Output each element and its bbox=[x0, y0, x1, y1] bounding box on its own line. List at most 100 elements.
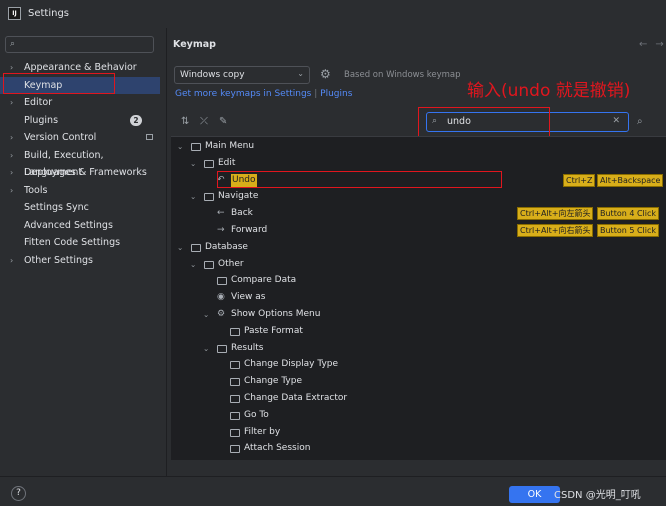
sidebar-item[interactable]: › Tools bbox=[0, 182, 160, 199]
undo-icon: ↶ bbox=[217, 174, 225, 185]
shortcut-badge: Ctrl+Z bbox=[563, 173, 596, 187]
sidebar-item-label: Fitten Code Settings bbox=[24, 237, 121, 248]
sidebar-item-label: Other Settings bbox=[24, 254, 93, 266]
edit-shortcut-icon[interactable]: ✎ bbox=[219, 116, 227, 127]
sidebar-item[interactable]: › Other Settings bbox=[0, 252, 160, 269]
forward-arrow-icon[interactable]: → bbox=[655, 39, 666, 50]
shortcut-badge: Button 5 Click bbox=[597, 224, 660, 237]
history-arrows[interactable]: ←→ bbox=[639, 39, 666, 50]
shortcut-badge: Alt+Backspace bbox=[597, 173, 664, 187]
tree-item-label: Change Display Type bbox=[244, 359, 339, 370]
tree-row[interactable]: Compare Data bbox=[171, 272, 666, 289]
arrow-right-icon: → bbox=[217, 225, 225, 235]
window-title: Settings bbox=[28, 8, 70, 19]
sidebar-item-label: Advanced Settings bbox=[24, 219, 113, 231]
search-icon: ⌕ bbox=[432, 116, 438, 126]
folder-icon bbox=[191, 143, 201, 151]
chevron-right-icon[interactable]: › bbox=[10, 94, 13, 111]
tree-row[interactable]: ⌄ Results bbox=[171, 340, 666, 357]
tree-row[interactable]: ⌄ Database bbox=[171, 239, 666, 256]
sidebar-item[interactable]: Settings Sync bbox=[0, 199, 160, 216]
chevron-right-icon[interactable]: › bbox=[10, 164, 13, 181]
project-scope-icon bbox=[146, 134, 153, 140]
tree-item-label: Change Type bbox=[244, 376, 302, 387]
sidebar-item[interactable]: › Build, Execution, Deployment bbox=[0, 147, 160, 178]
sidebar-item-label: Plugins bbox=[24, 114, 59, 126]
help-button[interactable]: ? bbox=[11, 486, 26, 501]
chevron-down-icon[interactable]: ⌄ bbox=[190, 256, 196, 273]
page-title: Keymap bbox=[173, 39, 216, 50]
keymap-panel: Keymap ←→ Windows copy ⌄ ⚙ Based on Wind… bbox=[166, 28, 666, 476]
plugins-link[interactable]: Plugins bbox=[320, 89, 352, 99]
tree-row[interactable]: Change Type bbox=[171, 373, 666, 390]
settings-search-input[interactable]: ⌕ bbox=[5, 36, 154, 53]
tree-row[interactable]: ⌄ Navigate bbox=[171, 188, 666, 205]
keymap-filter-input[interactable]: ⌕ undo ✕ bbox=[426, 112, 629, 132]
sidebar-item-label: Appearance & Behavior bbox=[24, 62, 137, 73]
sidebar-item[interactable]: Keymap bbox=[0, 76, 160, 94]
tree-item-label: Paste Format bbox=[244, 325, 303, 336]
chevron-right-icon[interactable]: › bbox=[10, 182, 13, 199]
tree-row[interactable]: ◉ View as bbox=[171, 289, 666, 306]
gear-icon: ⚙ bbox=[217, 309, 226, 319]
collapse-all-icon[interactable]: ⤫ bbox=[200, 116, 208, 127]
tree-row[interactable]: Paste Format bbox=[171, 323, 666, 340]
chevron-right-icon[interactable]: › bbox=[10, 252, 13, 269]
get-more-keymaps-link[interactable]: Get more keymaps in Settings bbox=[175, 89, 311, 99]
tree-row[interactable]: Change Display Type bbox=[171, 356, 666, 373]
tree-row[interactable]: → Forward Ctrl+Alt+向右箭头 Button 5 Click bbox=[171, 222, 666, 239]
watermark: CSDN @光明_叮吼 bbox=[554, 490, 641, 501]
find-by-shortcut-icon[interactable]: ⌕ bbox=[637, 116, 643, 127]
back-arrow-icon[interactable]: ← bbox=[639, 39, 655, 50]
tree-item-label: Show Options Menu bbox=[231, 309, 321, 319]
tree-row[interactable]: ⌄ ⚙ Show Options Menu bbox=[171, 306, 666, 323]
expand-all-icon[interactable]: ⇅ bbox=[181, 116, 189, 127]
sidebar-item[interactable]: › Appearance & Behavior bbox=[0, 59, 160, 76]
keymap-scheme-select[interactable]: Windows copy ⌄ bbox=[174, 66, 310, 84]
update-count-badge: 2 bbox=[130, 114, 142, 126]
arrow-left-icon: ← bbox=[217, 208, 225, 219]
folder-icon bbox=[230, 428, 240, 437]
sidebar-item[interactable]: › Version Control bbox=[0, 129, 160, 146]
sidebar-item-label: Keymap bbox=[24, 79, 63, 91]
chevron-down-icon[interactable]: ⌄ bbox=[203, 340, 209, 357]
sidebar-item[interactable]: › Editor bbox=[0, 94, 160, 111]
chevron-down-icon[interactable]: ⌄ bbox=[203, 306, 209, 323]
tree-item-label: Filter by bbox=[244, 426, 281, 437]
ok-button[interactable]: OK bbox=[509, 486, 560, 503]
tree-row[interactable]: Attach Session bbox=[171, 440, 666, 457]
chevron-down-icon[interactable]: ⌄ bbox=[190, 155, 196, 172]
folder-icon bbox=[230, 395, 240, 403]
keymap-links: Get more keymaps in Settings | Plugins bbox=[175, 89, 352, 99]
tree-row[interactable]: ↶ Undo Ctrl+Z Alt+Backspace bbox=[171, 172, 666, 189]
sidebar-item[interactable]: Plugins 2 bbox=[0, 112, 160, 129]
tree-row[interactable]: ← Back Ctrl+Alt+向左箭头 Button 4 Click bbox=[171, 205, 666, 222]
tree-row[interactable]: Change Data Extractor bbox=[171, 390, 666, 407]
chevron-down-icon[interactable]: ⌄ bbox=[177, 239, 183, 256]
sidebar-item[interactable]: Advanced Settings bbox=[0, 217, 160, 234]
tree-row[interactable]: ⌄ Edit bbox=[171, 155, 666, 172]
tree-row[interactable]: ⌄ Other bbox=[171, 256, 666, 273]
tree-item-label: Back bbox=[231, 208, 253, 219]
chevron-down-icon[interactable]: ⌄ bbox=[190, 188, 196, 205]
tree-row[interactable]: Filter by bbox=[171, 424, 666, 441]
clear-icon[interactable]: ✕ bbox=[612, 116, 620, 126]
tree-item-label: Database bbox=[205, 241, 248, 252]
chevron-right-icon[interactable]: › bbox=[10, 147, 13, 164]
sidebar-item[interactable]: › Languages & Frameworks bbox=[0, 164, 160, 181]
sidebar-item-label: Version Control bbox=[24, 132, 97, 143]
tree-row[interactable]: ⌄ Main Menu bbox=[171, 138, 666, 155]
chevron-down-icon: ⌄ bbox=[297, 69, 304, 78]
shortcut-badge: Ctrl+Alt+向左箭头 bbox=[517, 207, 594, 221]
tree-row[interactable]: Go To bbox=[171, 407, 666, 424]
gear-icon[interactable]: ⚙ bbox=[320, 67, 331, 81]
tree-item-label: Forward bbox=[231, 225, 268, 235]
folder-icon bbox=[191, 243, 201, 252]
chevron-right-icon[interactable]: › bbox=[10, 129, 13, 146]
chevron-right-icon[interactable]: › bbox=[10, 59, 13, 76]
tree-item-label: Compare Data bbox=[231, 275, 297, 286]
tree-item-label: Main Menu bbox=[205, 141, 255, 151]
folder-icon bbox=[230, 327, 240, 336]
sidebar-item[interactable]: Fitten Code Settings bbox=[0, 234, 160, 251]
chevron-down-icon[interactable]: ⌄ bbox=[177, 138, 183, 155]
